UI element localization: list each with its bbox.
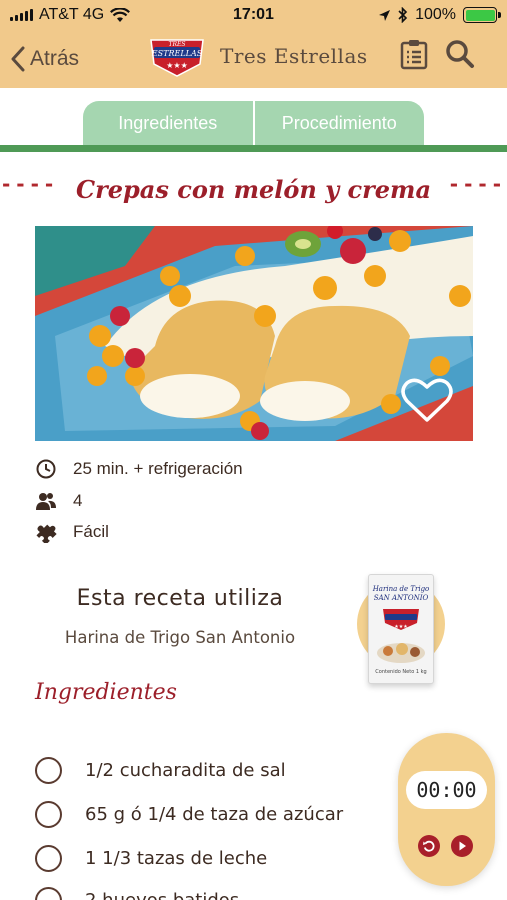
time-row: 25 min. + refrigeración xyxy=(35,458,243,480)
ingredient-item[interactable]: 65 g ó 1/4 de taza de azúcar xyxy=(35,801,343,828)
ingredient-checkbox[interactable] xyxy=(35,801,62,828)
timer-reset-button[interactable] xyxy=(418,835,440,857)
prep-time: 25 min. + refrigeración xyxy=(73,459,243,478)
nav-bar: Atrás ESTRELLAS TRES ★★★ Tres Estrellas xyxy=(0,30,507,88)
back-button[interactable]: Atrás xyxy=(10,46,79,72)
tab-underline xyxy=(0,145,507,152)
search-icon[interactable] xyxy=(444,38,476,70)
bag-net-content: Contenido Neto 1 kg xyxy=(375,669,427,675)
ingredient-checkbox[interactable] xyxy=(35,757,62,784)
flour-bag: Harina de Trigo SAN ANTONIO ★★★ Contenid… xyxy=(368,574,434,684)
timer-display[interactable]: 00:00 xyxy=(406,771,487,809)
battery-percent: 100% xyxy=(415,6,456,23)
wifi-icon xyxy=(110,7,131,22)
ingredient-text: 1 1/3 tazas de leche xyxy=(85,848,268,869)
clock: 17:01 xyxy=(233,6,274,23)
favorite-heart-icon[interactable] xyxy=(401,377,453,423)
ingredient-text: 1/2 cucharadita de sal xyxy=(85,760,286,781)
reset-icon xyxy=(423,840,435,852)
svg-text:TRES: TRES xyxy=(168,41,185,48)
people-icon xyxy=(36,493,56,510)
difficulty: Fácil xyxy=(73,522,109,541)
recipe-photo xyxy=(35,226,473,441)
svg-text:★★★: ★★★ xyxy=(166,61,188,70)
brand-name: Tres Estrellas xyxy=(220,44,368,68)
tab-procedimiento[interactable]: Procedimiento xyxy=(254,101,424,145)
battery-icon xyxy=(463,7,501,23)
brand-logo: ESTRELLAS TRES ★★★ xyxy=(150,39,204,77)
difficulty-row: Fácil xyxy=(35,521,109,543)
play-icon xyxy=(459,841,466,851)
product-image[interactable]: Harina de Trigo SAN ANTONIO ★★★ Contenid… xyxy=(355,572,447,704)
ingredient-checkbox[interactable] xyxy=(35,845,62,872)
ingredient-item[interactable]: 2 huevos batidos xyxy=(35,887,239,900)
chevron-left-icon xyxy=(11,46,25,72)
servings: 4 xyxy=(73,491,83,510)
svg-text:ESTRELLAS: ESTRELLAS xyxy=(151,49,203,58)
location-arrow-icon xyxy=(379,9,391,21)
carrier-label: AT&T 4G xyxy=(39,6,105,23)
ingredient-text: 65 g ó 1/4 de taza de azúcar xyxy=(85,804,344,825)
bluetooth-icon xyxy=(398,7,408,23)
back-label: Atrás xyxy=(30,47,80,70)
title-dashes-right: ---- xyxy=(449,172,507,196)
ingredient-checkbox[interactable] xyxy=(35,887,62,900)
clock-icon xyxy=(36,459,56,479)
ingredient-item[interactable]: 1 1/3 tazas de leche xyxy=(35,845,267,872)
clipboard-icon[interactable] xyxy=(398,38,430,70)
ingredient-item[interactable]: 1/2 cucharadita de sal xyxy=(35,757,286,784)
brand: ESTRELLAS TRES ★★★ Tres Estrellas xyxy=(148,34,368,78)
ingredient-text: 2 huevos batidos xyxy=(85,890,239,900)
svg-text:★★★: ★★★ xyxy=(394,624,408,630)
bag-art xyxy=(377,643,425,663)
signal-icon xyxy=(10,9,33,21)
uses-heading: Esta receta utiliza xyxy=(76,586,284,611)
title-row: ---- Crepas con melón y crema ---- xyxy=(0,168,507,210)
puzzle-icon xyxy=(36,524,57,543)
timer-widget: 00:00 xyxy=(398,733,495,886)
tab-ingredientes[interactable]: Ingredientes xyxy=(83,101,255,145)
timer-play-button[interactable] xyxy=(451,835,473,857)
title-dashes-left: ---- xyxy=(2,172,60,196)
ingredients-heading: Ingredientes xyxy=(35,680,177,705)
recipe-tabs: Ingredientes Procedimiento xyxy=(83,101,424,145)
recipe-title: Crepas con melón y crema xyxy=(75,174,431,204)
bag-logo: ★★★ xyxy=(383,609,419,630)
uses-product-name[interactable]: Harina de Trigo San Antonio xyxy=(0,628,360,647)
servings-row: 4 xyxy=(35,490,82,512)
bag-text: Harina de Trigo SAN ANTONIO xyxy=(372,585,430,602)
status-bar: AT&T 4G 17:01 100% xyxy=(0,0,507,30)
